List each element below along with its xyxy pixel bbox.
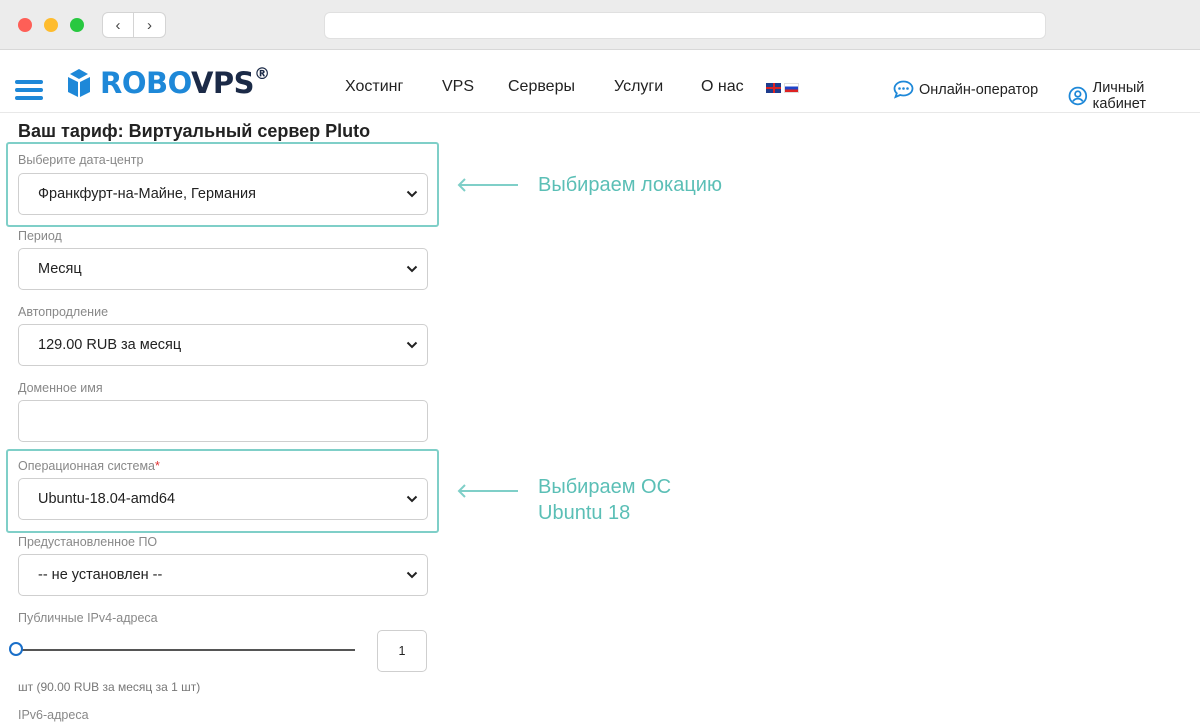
os-label: Операционная система* <box>18 459 160 473</box>
ipv4-slider-track[interactable] <box>20 649 355 651</box>
chevron-down-icon <box>406 495 418 503</box>
chevron-down-icon <box>406 341 418 349</box>
autorenew-value: 129.00 RUB за месяц <box>38 337 182 353</box>
nav-item-servers[interactable]: Серверы <box>508 78 575 96</box>
os-annotation-line2: Ubuntu 18 <box>538 502 631 524</box>
chevron-down-icon <box>406 265 418 273</box>
ipv6-label: IPv6-адреса <box>18 708 89 722</box>
chevron-down-icon <box>406 571 418 579</box>
account-label: Личный кабинет <box>1092 80 1147 112</box>
period-select[interactable]: Месяц <box>18 248 428 290</box>
chat-bubble-icon <box>893 80 914 99</box>
logo-text-vps: VPS <box>190 66 255 100</box>
autorenew-label: Автопродление <box>18 305 109 319</box>
os-label-text: Операционная система <box>18 459 156 473</box>
chevron-down-icon <box>406 190 418 198</box>
period-label: Период <box>18 229 62 243</box>
os-select[interactable]: Ubuntu-18.04-amd64 <box>18 478 428 520</box>
autorenew-select[interactable]: 129.00 RUB за месяц <box>18 324 428 366</box>
user-circle-icon <box>1068 86 1088 106</box>
cube-logo-icon <box>68 69 90 97</box>
location-annotation: Выбираем локацию <box>538 174 722 196</box>
preinstalled-value: -- не установлен -- <box>38 567 163 583</box>
uk-flag-icon[interactable] <box>766 83 781 93</box>
required-asterisk: * <box>155 459 160 473</box>
nav-item-about[interactable]: О нас <box>701 78 744 96</box>
browser-back-button[interactable]: ‹ <box>102 12 134 38</box>
close-window-button[interactable] <box>18 18 32 32</box>
preinstalled-select[interactable]: -- не установлен -- <box>18 554 428 596</box>
os-annotation-line1: Выбираем ОС <box>538 476 672 498</box>
minimize-window-button[interactable] <box>44 18 58 32</box>
account-link[interactable]: Личный кабинет <box>1068 80 1200 112</box>
ipv4-price-note: шт (90.00 RUB за месяц за 1 шт) <box>18 680 201 694</box>
datacenter-label: Выберите дата-центр <box>18 153 144 167</box>
datacenter-select[interactable]: Франкфурт-на-Майне, Германия <box>18 173 428 215</box>
os-value: Ubuntu-18.04-amd64 <box>38 491 176 507</box>
period-value: Месяц <box>38 261 82 277</box>
site-header: ROBOVPS® Хостинг VPS Серверы Услуги О на… <box>0 50 1200 113</box>
robovps-logo[interactable]: ROBOVPS® <box>66 64 270 100</box>
logo-text-robo: ROBO <box>100 66 191 100</box>
ipv4-label: Публичные IPv4-адреса <box>18 611 158 625</box>
maximize-window-button[interactable] <box>70 18 84 32</box>
language-switcher <box>766 83 799 93</box>
logo-registered-mark: ® <box>254 64 270 83</box>
browser-toolbar: ‹ › <box>0 0 1200 50</box>
nav-item-services[interactable]: Услуги <box>614 78 663 96</box>
arrow-left-icon <box>457 484 518 498</box>
arrow-left-icon <box>457 178 518 192</box>
online-operator-label: Онлайн-оператор <box>919 81 1039 98</box>
nav-item-hosting[interactable]: Хостинг <box>345 78 403 96</box>
ru-flag-icon[interactable] <box>784 83 799 93</box>
online-operator-link[interactable]: Онлайн-оператор <box>893 80 1038 99</box>
domain-label: Доменное имя <box>18 381 103 395</box>
chevron-right-icon: › <box>147 16 152 34</box>
chevron-left-icon: ‹ <box>115 16 121 34</box>
hamburger-menu-icon[interactable] <box>15 80 43 104</box>
nav-item-vps[interactable]: VPS <box>442 78 474 96</box>
preinstalled-label: Предустановленное ПО <box>18 535 158 549</box>
ipv4-count-input[interactable]: 1 <box>377 630 427 672</box>
os-annotation: Выбираем ОС Ubuntu 18 <box>538 474 671 526</box>
domain-input[interactable] <box>18 400 428 442</box>
browser-forward-button[interactable]: › <box>134 12 166 38</box>
ipv4-slider-thumb[interactable] <box>9 642 23 656</box>
datacenter-value: Франкфурт-на-Майне, Германия <box>38 186 257 202</box>
address-bar[interactable] <box>324 12 1046 39</box>
page-title: Ваш тариф: Виртуальный сервер Pluto <box>18 121 371 141</box>
